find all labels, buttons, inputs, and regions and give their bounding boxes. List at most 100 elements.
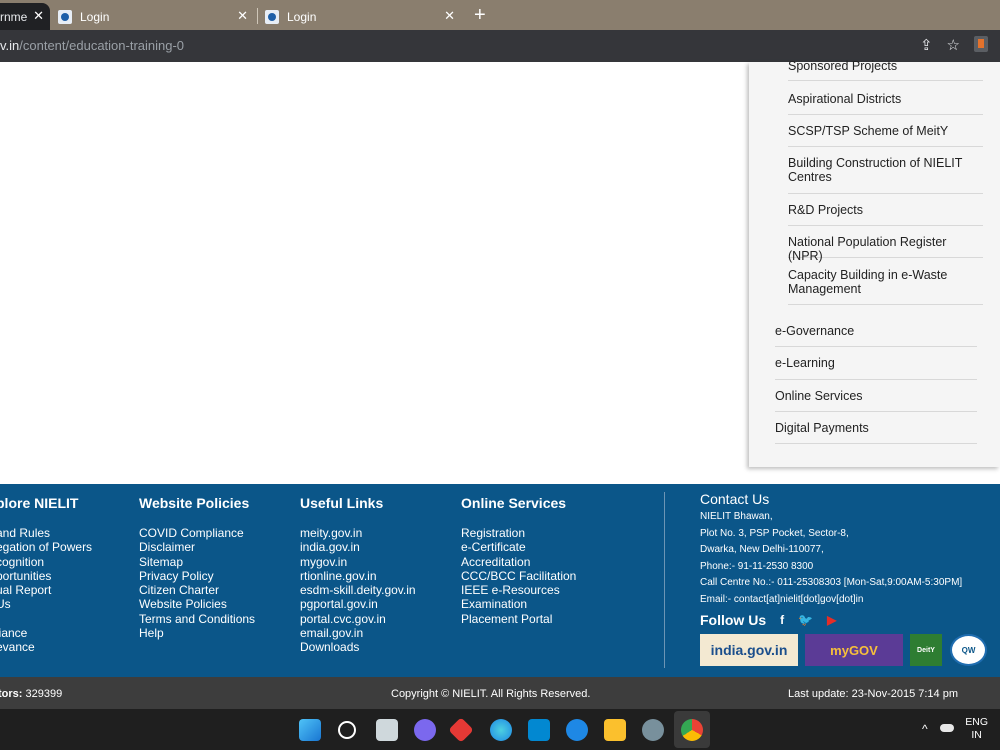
chat-icon[interactable] <box>414 719 436 741</box>
footer-link[interactable]: Privacy Policy <box>139 569 255 583</box>
sidebar-item-rd-projects[interactable]: R&D Projects <box>788 203 983 226</box>
store-icon[interactable] <box>528 719 550 741</box>
onedrive-icon[interactable] <box>940 724 954 732</box>
quality-seal-logo[interactable]: QW <box>950 634 987 666</box>
address-bar[interactable]: v.in/content/education-training-0 ⇪ ☆ <box>0 30 1000 62</box>
share-icon[interactable]: ⇪ <box>920 36 933 54</box>
chevron-up-icon[interactable]: ^ <box>922 722 928 736</box>
footer-link[interactable]: Terms and Conditions <box>139 612 255 626</box>
visitors-count: 329399 <box>25 688 63 700</box>
footer-link[interactable]: Placement Portal <box>461 612 576 626</box>
sidebar-item-building-construction[interactable]: Building Construction of NIELIT Centres <box>788 156 983 194</box>
mygov-logo[interactable]: myGOV <box>805 634 903 666</box>
close-tab-icon[interactable]: ✕ <box>33 8 44 24</box>
tab-separator <box>257 8 258 24</box>
footer-link[interactable]: esdm-skill.deity.gov.in <box>300 583 416 597</box>
footer-online-services-column: Online Services Registration e-Certifica… <box>461 495 576 626</box>
help-icon[interactable] <box>566 719 588 741</box>
new-tab-button[interactable]: + <box>474 4 486 27</box>
twitter-icon[interactable]: 🐦 <box>798 613 813 627</box>
close-tab-icon[interactable]: ✕ <box>444 8 455 24</box>
contact-line: Plot No. 3, PSP Pocket, Sector-8, <box>700 527 849 539</box>
footer-link[interactable]: portunities <box>0 569 92 583</box>
footer-link[interactable]: meity.gov.in <box>300 526 416 540</box>
tab-label: Login <box>80 9 110 24</box>
last-update-text: Last update: 23-Nov-2015 7:14 pm <box>788 688 959 700</box>
footer-link[interactable]: Us <box>0 597 92 611</box>
browser-tab-bar: rnme ✕ Login ✕ Login ✕ + <box>0 0 1000 30</box>
url-path: /content/education-training-0 <box>19 38 185 53</box>
sidebar-item-online-services[interactable]: Online Services <box>775 389 977 412</box>
footer-link[interactable]: rtionline.gov.in <box>300 569 416 583</box>
settings-icon[interactable] <box>642 719 664 741</box>
tab-label: rnme <box>0 9 28 24</box>
footer-link[interactable]: Examination <box>461 597 576 611</box>
site-footer: plore NIELIT and Rules egation of Powers… <box>0 484 1000 677</box>
footer-link[interactable]: pgportal.gov.in <box>300 597 416 611</box>
footer-link[interactable]: Disclaimer <box>139 540 255 554</box>
footer-link[interactable]: and Rules <box>0 526 92 540</box>
footer-link[interactable]: cognition <box>0 555 92 569</box>
footer-link[interactable]: Registration <box>461 526 576 540</box>
footer-link[interactable] <box>0 612 92 626</box>
sidebar-item-e-governance[interactable]: e-Governance <box>775 324 977 347</box>
footer-link[interactable]: e-Certificate <box>461 540 576 554</box>
region-code: IN <box>971 729 982 741</box>
sidebar-item-sponsored-projects[interactable]: Sponsored Projects <box>788 59 983 81</box>
extension-icon[interactable] <box>974 36 988 52</box>
start-icon[interactable] <box>299 719 321 741</box>
footer-link[interactable]: CCC/BCC Facilitation <box>461 569 576 583</box>
footer-link[interactable]: IEEE e-Resources <box>461 583 576 597</box>
lang-code: ENG <box>965 716 988 728</box>
tab-active[interactable]: rnme ✕ <box>0 3 50 30</box>
sidebar-item-aspirational-districts[interactable]: Aspirational Districts <box>788 92 983 115</box>
sidebar-menu: Sponsored Projects Aspirational District… <box>749 59 1000 467</box>
youtube-icon[interactable]: ▶ <box>827 613 836 627</box>
search-icon[interactable] <box>338 721 356 739</box>
footer-link[interactable]: Sitemap <box>139 555 255 569</box>
sidebar-item-npr[interactable]: National Population Register (NPR) <box>788 235 983 263</box>
contact-line: NIELIT Bhawan, <box>700 511 773 522</box>
footer-link[interactable]: evance <box>0 640 92 654</box>
footer-link[interactable]: ual Report <box>0 583 92 597</box>
footer-useful-links-column: Useful Links meity.gov.in india.gov.in m… <box>300 495 416 655</box>
footer-link[interactable]: Downloads <box>300 640 416 654</box>
tab-login-2[interactable]: Login ✕ <box>265 3 461 30</box>
contact-line: Dwarka, New Delhi-110077, <box>700 544 824 555</box>
footer-link[interactable]: egation of Powers <box>0 540 92 554</box>
contact-line: Email:- contact[at]nielit[dot]gov[dot]in <box>700 593 864 605</box>
footer-link[interactable]: COVID Compliance <box>139 526 255 540</box>
footer-link[interactable]: Citizen Charter <box>139 583 255 597</box>
footer-contact: Contact Us NIELIT Bhawan, Plot No. 3, PS… <box>700 491 990 608</box>
close-tab-icon[interactable]: ✕ <box>237 8 248 24</box>
footer-link[interactable]: portal.cvc.gov.in <box>300 612 416 626</box>
india-gov-logo[interactable]: india.gov.in <box>700 634 798 666</box>
app-icon[interactable] <box>448 717 474 743</box>
copyright-text: Copyright © NIELIT. All Rights Reserved. <box>391 688 591 700</box>
footer-link[interactable]: Website Policies <box>139 597 255 611</box>
footer-divider <box>664 492 665 668</box>
tab-login-1[interactable]: Login ✕ <box>58 3 254 30</box>
language-indicator[interactable]: ENG IN <box>965 716 988 742</box>
url-text[interactable]: v.in/content/education-training-0 <box>0 38 184 53</box>
footer-link[interactable]: Accreditation <box>461 555 576 569</box>
chrome-icon[interactable] <box>681 719 703 741</box>
os-taskbar: ^ ENG IN <box>0 709 1000 750</box>
bookmark-star-icon[interactable]: ☆ <box>947 36 960 54</box>
sidebar-item-e-waste[interactable]: Capacity Building in e-Waste Management <box>788 268 983 305</box>
footer-link[interactable]: email.gov.in <box>300 626 416 640</box>
facebook-icon[interactable]: f <box>780 613 784 627</box>
sidebar-item-e-learning[interactable]: e-Learning <box>775 356 977 380</box>
file-explorer-icon[interactable] <box>604 719 626 741</box>
sidebar-item-scsp-tsp[interactable]: SCSP/TSP Scheme of MeitY <box>788 124 983 147</box>
footer-link[interactable]: india.gov.in <box>300 540 416 554</box>
contact-heading: Contact Us <box>700 491 770 507</box>
sidebar-item-digital-payments[interactable]: Digital Payments <box>775 421 977 444</box>
edge-icon[interactable] <box>490 719 512 741</box>
footer-link[interactable]: mygov.in <box>300 555 416 569</box>
footer-link[interactable]: Help <box>139 626 255 640</box>
deity-logo[interactable]: DeitY <box>910 634 942 666</box>
visitors-label: tors: <box>0 688 23 700</box>
task-view-icon[interactable] <box>376 719 398 741</box>
footer-link[interactable]: liance <box>0 626 92 640</box>
